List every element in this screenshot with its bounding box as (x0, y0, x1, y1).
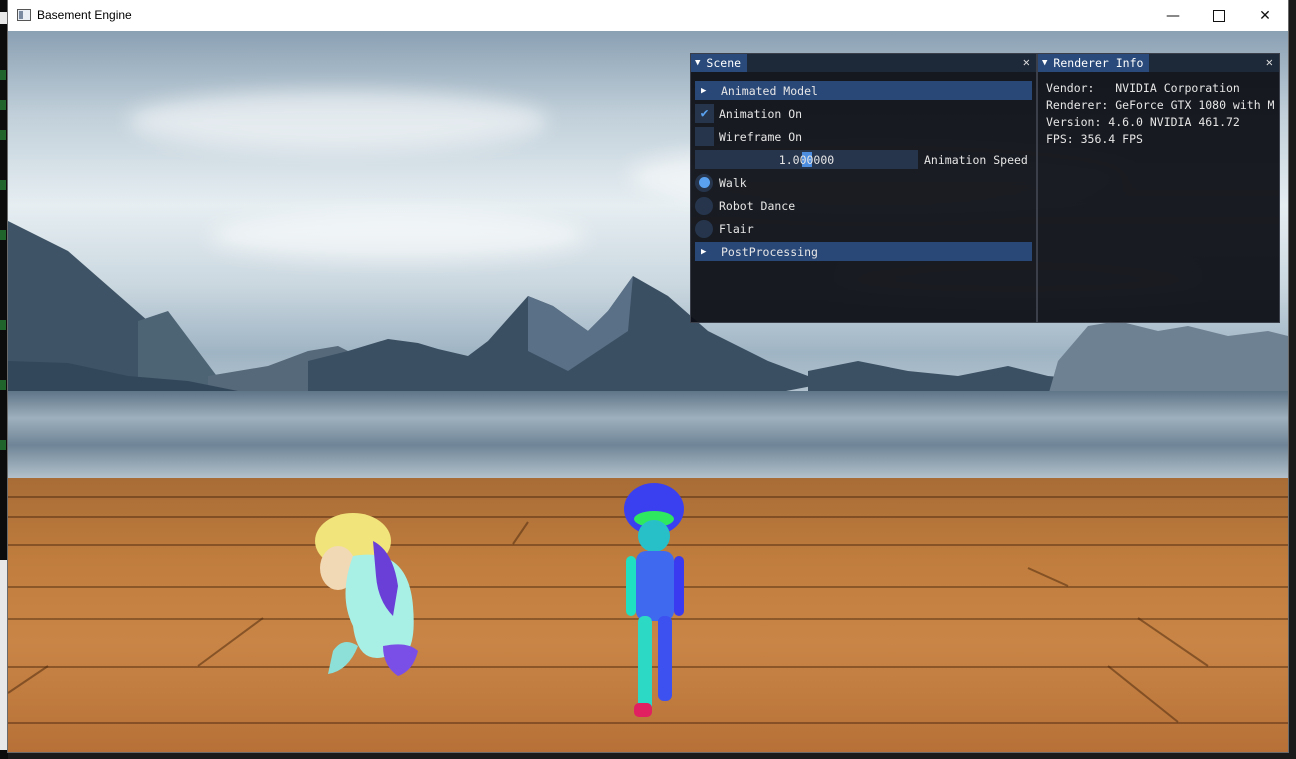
animated-character-1 (315, 513, 418, 676)
checkbox-box[interactable] (695, 127, 714, 146)
app-window: Basement Engine — ✕ ▼ Scene ✕ ▶ Animated… (8, 0, 1288, 752)
window-title: Basement Engine (37, 8, 132, 22)
renderer-info-panel: ▼ Renderer Info ✕ Vendor: NVIDIA Corpora… (1037, 53, 1280, 323)
header-animated-model[interactable]: ▶ Animated Model (695, 81, 1032, 100)
scene-panel-titlebar[interactable]: ▼ Scene ✕ (691, 54, 1036, 72)
fps-line: FPS: 356.4 FPS (1046, 132, 1143, 146)
radio-robot-dance[interactable]: Robot Dance (695, 196, 1032, 215)
wireframe-on-checkbox[interactable]: Wireframe On (695, 127, 1032, 146)
checkmark-icon[interactable]: ✔ (695, 104, 714, 123)
collapse-triangle-icon[interactable]: ▼ (695, 58, 700, 68)
terminal-text-fragment (0, 100, 6, 110)
animation-on-checkbox[interactable]: ✔ Animation On (695, 104, 1032, 123)
checkbox-label: Animation On (719, 106, 803, 121)
lake (8, 391, 1288, 481)
radio-label: Flair (719, 221, 754, 236)
collapse-arrow-icon: ▶ (701, 246, 707, 257)
close-button[interactable]: ✕ (1242, 0, 1288, 31)
collapse-arrow-icon: ▶ (701, 85, 707, 96)
radio-flair[interactable]: Flair (695, 219, 1032, 238)
animation-speed-row: 1.000000 Animation Speed (695, 150, 1032, 169)
vendor-line: Vendor: NVIDIA Corporation (1046, 81, 1240, 95)
close-icon[interactable]: ✕ (1023, 55, 1030, 69)
render-viewport[interactable]: ▼ Scene ✕ ▶ Animated Model ✔ Animation O… (8, 31, 1288, 752)
terminal-text-fragment (0, 440, 6, 450)
background-window-fragment (0, 12, 7, 24)
app-icon (17, 9, 31, 21)
minimize-button[interactable]: — (1150, 0, 1196, 31)
radio-button[interactable] (695, 219, 713, 238)
radio-walk[interactable]: Walk (695, 173, 1032, 192)
background-window-fragment (0, 560, 7, 750)
header-label: PostProcessing (721, 244, 818, 259)
minimize-icon: — (1166, 7, 1180, 24)
maximize-icon (1213, 9, 1225, 22)
terminal-text-fragment (0, 380, 6, 390)
checkbox-label: Wireframe On (719, 129, 803, 144)
header-label: Animated Model (721, 83, 818, 98)
terminal-text-fragment (0, 130, 6, 140)
close-icon: ✕ (1259, 7, 1271, 24)
title-bar[interactable]: Basement Engine — ✕ (8, 0, 1288, 31)
tab-scene[interactable]: ▼ Scene (691, 54, 748, 72)
background-desktop (0, 0, 8, 759)
terminal-text-fragment (0, 70, 6, 80)
radio-button[interactable] (695, 196, 713, 215)
animated-character-2 (624, 483, 684, 717)
maximize-button[interactable] (1196, 0, 1242, 31)
radio-selected-dot (698, 177, 710, 188)
version-line: Version: 4.6.0 NVIDIA 461.72 (1046, 115, 1240, 129)
slider-value: 1.000000 (778, 152, 835, 167)
terminal-text-fragment (0, 320, 6, 330)
radio-label: Robot Dance (719, 198, 796, 213)
terminal-text-fragment (0, 230, 6, 240)
renderer-line: Renderer: GeForce GTX 1080 with M (1046, 98, 1275, 112)
radio-button[interactable] (695, 173, 713, 192)
terminal-text-fragment (0, 180, 6, 190)
scene-panel-title: Scene (706, 56, 742, 70)
animation-speed-slider[interactable]: 1.000000 (695, 150, 918, 169)
radio-label: Walk (719, 175, 747, 190)
scene-panel: ▼ Scene ✕ ▶ Animated Model ✔ Animation O… (690, 53, 1037, 323)
header-postprocessing[interactable]: ▶ PostProcessing (695, 242, 1032, 261)
slider-label: Animation Speed (924, 152, 1028, 167)
